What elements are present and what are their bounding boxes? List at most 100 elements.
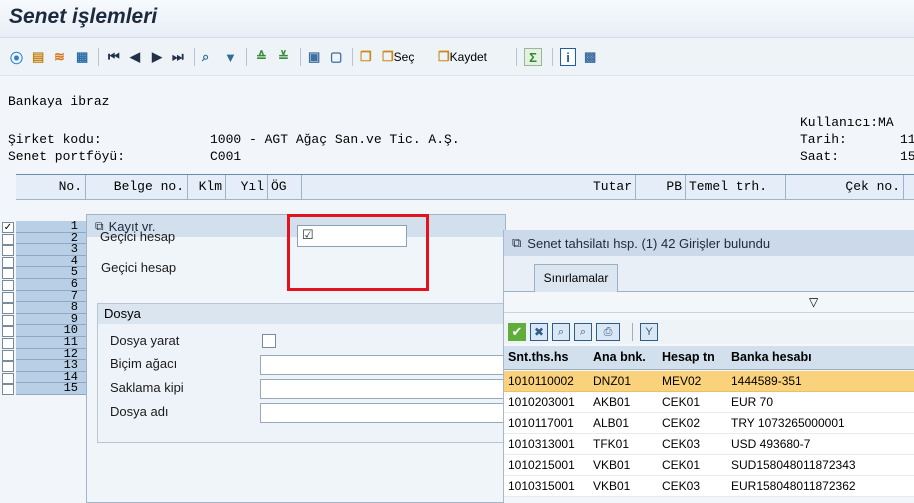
row-checkbox[interactable]: ✓ [2,222,14,233]
dosya-group: Dosya Dosya yarat Biçim ağacı Saklama ki… [97,303,567,443]
column-cek-no[interactable]: Çek no. [786,175,904,199]
page-title: Senet işlemleri [9,5,158,28]
select-all-icon[interactable]: ▣ [308,48,320,66]
col-banka-hesabi[interactable]: Banka hesabı [731,350,812,364]
row-bank-account: TRY 1073265000001 [731,416,845,430]
column-belge-no[interactable]: Belge no. [86,175,188,199]
row-checkbox-column: ✓ [0,200,16,396]
highlight-box [287,214,429,291]
row-account-type: CEK02 [662,416,701,430]
dosya-yarat-checkbox[interactable] [262,334,276,348]
col-ana-bnk[interactable]: Ana bnk. [593,350,646,364]
restrictions-toggle-bar[interactable]: ▽ [504,293,914,313]
row-snt: 1010203001 [508,395,575,409]
row-bank: VKB01 [593,458,631,472]
filter-icon[interactable]: Y [640,323,658,341]
print-icon[interactable]: ⎙ [596,323,620,341]
first-page-icon[interactable]: ⏮ [108,48,120,66]
dosya-adi-label: Dosya adı [110,404,169,419]
copy-icon[interactable]: ❐ [360,48,372,66]
row-checkbox[interactable] [2,291,14,303]
layout-icon[interactable]: ▩ [584,48,596,66]
cancel-icon[interactable]: ✖ [530,323,548,341]
time-label: Saat: [800,149,840,164]
find-icon[interactable]: ⌕ [202,48,209,66]
value-help-dialog-final: ⧉ Senet tahsilatı hsp. (1) 42 Girişler b… [503,230,914,503]
row-snt: 1010117001 [508,416,574,430]
row-checkbox[interactable] [2,314,14,326]
row-number: 15 [16,383,86,395]
row-bank: AKB01 [593,395,631,409]
column-temel-trh[interactable]: Temel trh. [686,175,786,199]
row-checkbox[interactable] [2,233,14,245]
list-row[interactable]: 1010315001 VKB01 CEK03 EUR15804801187236… [504,476,914,497]
column-tutar[interactable]: Tutar [302,175,636,199]
column-no[interactable]: No. [16,175,86,199]
last-page-icon[interactable]: ⏭ [172,48,184,66]
row-bank: DNZ01 [593,374,632,388]
info-icon[interactable]: i [560,48,576,66]
filter-icon[interactable]: ▼ [224,48,237,66]
row-account-type: CEK03 [662,479,701,493]
col-snt-ths-hs[interactable]: Snt.ths.hs [508,350,568,364]
list-row[interactable]: 1010203001 AKB01 CEK01 EUR 70 [504,392,914,413]
execute-icon[interactable]: ⦿ [10,48,23,66]
row-checkbox[interactable] [2,245,14,257]
row-checkbox[interactable] [2,372,14,384]
save-button[interactable]: ❐ Kaydet [438,48,487,66]
row-checkbox[interactable] [2,268,14,280]
row-account-type: CEK01 [662,458,701,472]
tab-sinirlamalar[interactable]: Sınırlamalar [534,264,618,292]
row-bank-account: 1444589-351 [731,374,802,388]
column-yil[interactable]: Yıl [226,175,268,199]
row-bank-account: SUD158048011872343 [731,458,856,472]
row-number-column: 1 2 3 4 5 6 7 8 9 10 11 12 13 14 15 [16,220,86,395]
row-snt: 1010315001 [508,479,575,493]
deselect-all-icon[interactable]: ▢ [330,48,342,66]
row-checkbox[interactable] [2,326,14,338]
document-icon[interactable]: ▤ [32,48,44,66]
previous-page-icon[interactable]: ◀ [130,48,140,66]
find-icon[interactable]: ⌕ [552,323,570,341]
list-row[interactable]: 1010215001 VKB01 CEK01 SUD15804801187234… [504,455,914,476]
column-og[interactable]: ÖG [268,175,302,199]
value-help-title: Senet tahsilatı hsp. (1) 42 Girişler bul… [527,235,771,251]
toolbar-separator [632,323,633,341]
sum-icon[interactable]: Σ [524,48,542,66]
subtitle: Bankaya ibraz [8,94,110,109]
next-page-icon[interactable]: ▶ [152,48,162,66]
row-bank-account: EUR158048011872362 [731,479,856,493]
row-checkbox[interactable] [2,256,14,268]
row-bank: ALB01 [593,416,630,430]
dialog-icon: ⧉ [512,235,522,250]
row-bank-account: USD 493680-7 [731,437,811,451]
row-checkbox[interactable] [2,303,14,315]
row-checkbox[interactable] [2,384,14,396]
overview-icon[interactable]: ≋ [54,48,65,66]
dosya-group-title: Dosya [98,304,566,324]
row-checkbox[interactable] [2,279,14,291]
col-hesap-tn[interactable]: Hesap tn [662,350,715,364]
list-row[interactable]: 1010313001 TFK01 CEK03 USD 493680-7 [504,434,914,455]
date-value: 11 [900,132,914,147]
column-klm[interactable]: Klm [188,175,226,199]
column-pb[interactable]: PB [636,175,686,199]
sort-ascending-icon[interactable]: ≙ [256,48,267,66]
collapse-icon[interactable]: ▽ [809,295,818,309]
row-checkbox[interactable] [2,361,14,373]
value-help-tab-bar: Sınırlamalar [504,256,914,292]
row-checkbox[interactable] [2,349,14,361]
select-button[interactable]: ❐ Seç [382,48,414,66]
saklama-kipi-label: Saklama kipi [110,380,184,395]
company-value: 1000 - AGT Ağaç San.ve Tic. A.Ş. [210,132,460,147]
date-label: Tarih: [800,132,847,147]
find-next-icon[interactable]: ⌕ [574,323,592,341]
list-row[interactable]: 1010117001 ALB01 CEK02 TRY 1073265000001 [504,413,914,434]
row-snt: 1010215001 [508,458,575,472]
accept-icon[interactable]: ✔ [508,323,526,341]
row-checkbox[interactable] [2,337,14,349]
value-help-title-bar: ⧉ Senet tahsilatı hsp. (1) 42 Girişler b… [504,230,914,256]
list-row[interactable]: 1010110002 DNZ01 MEV02 1444589-351 [504,371,914,392]
sort-descending-icon[interactable]: ≚ [278,48,289,66]
calculator-icon[interactable]: ▦ [76,48,88,66]
